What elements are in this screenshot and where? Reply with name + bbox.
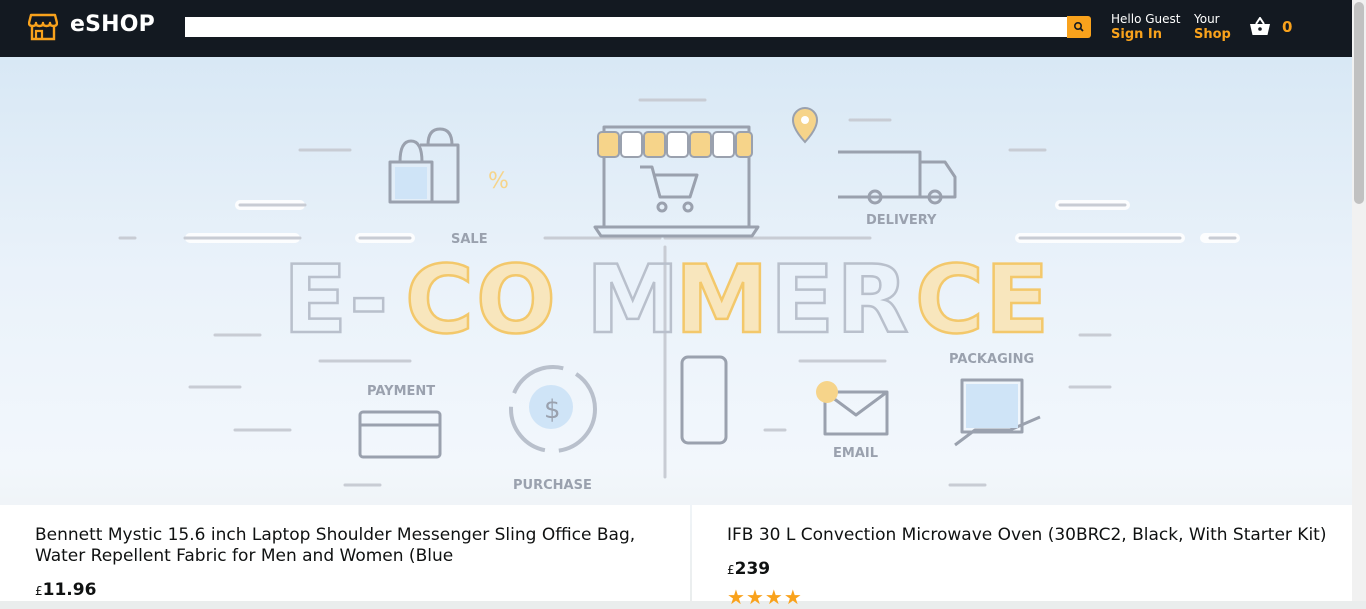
search-bar <box>185 16 1091 38</box>
account-greeting: Hello Guest <box>1111 12 1181 26</box>
star-icon: ★ <box>764 585 783 609</box>
your-shop-line1: Your <box>1194 12 1220 26</box>
cart-basket-icon[interactable] <box>1249 16 1271 37</box>
your-shop-link[interactable]: Your Shop <box>1194 12 1231 42</box>
product-title[interactable]: Bennett Mystic 15.6 inch Laptop Shoulder… <box>35 525 655 567</box>
sign-in-link[interactable]: Sign In <box>1111 27 1180 42</box>
product-rating: ★★★★ <box>727 587 803 608</box>
svg-text:E: E <box>985 246 1051 355</box>
price-amount: 11.96 <box>42 580 97 600</box>
price-currency: £ <box>727 563 735 577</box>
svg-text:EMAIL: EMAIL <box>833 446 878 461</box>
product-price: £11.96 <box>35 580 96 600</box>
price-amount: 239 <box>734 559 771 579</box>
svg-text:M: M <box>586 246 682 355</box>
star-icon: ★ <box>727 585 745 609</box>
search-button[interactable] <box>1067 16 1091 38</box>
svg-text:PAYMENT: PAYMENT <box>367 384 435 399</box>
search-icon <box>1074 22 1084 32</box>
star-icon: ★ <box>783 585 802 609</box>
cart-count[interactable]: 0 <box>1282 18 1292 36</box>
svg-text:$: $ <box>544 395 561 425</box>
star-icon: ★ <box>745 585 764 609</box>
svg-text:M: M <box>675 246 771 355</box>
account-link[interactable]: Hello Guest Sign In <box>1111 12 1180 42</box>
product-card[interactable]: Bennett Mystic 15.6 inch Laptop Shoulder… <box>0 505 690 601</box>
brand-logo[interactable]: eSHOP <box>70 12 155 37</box>
svg-text:DELIVERY: DELIVERY <box>866 213 937 228</box>
svg-text:PURCHASE: PURCHASE <box>513 478 592 493</box>
svg-text:%: % <box>488 169 509 194</box>
svg-text:SALE: SALE <box>451 232 488 247</box>
product-price: £239 <box>727 559 770 579</box>
your-shop-line2: Shop <box>1194 27 1231 42</box>
top-navigation-bar: eSHOP Hello Guest Sign In Your Shop 0 <box>0 0 1352 57</box>
svg-text:E-: E- <box>283 246 390 355</box>
store-icon[interactable] <box>27 13 59 41</box>
price-currency: £ <box>35 584 43 598</box>
search-input[interactable] <box>185 17 1067 37</box>
svg-text:PACKAGING: PACKAGING <box>949 352 1034 367</box>
svg-text:CO: CO <box>405 246 558 355</box>
product-title[interactable]: IFB 30 L Convection Microwave Oven (30BR… <box>727 525 1347 546</box>
page-scrollbar[interactable] <box>1352 0 1366 601</box>
svg-text:ER: ER <box>770 246 911 355</box>
svg-text:C: C <box>915 246 986 355</box>
scrollbar-thumb[interactable] <box>1354 2 1364 204</box>
